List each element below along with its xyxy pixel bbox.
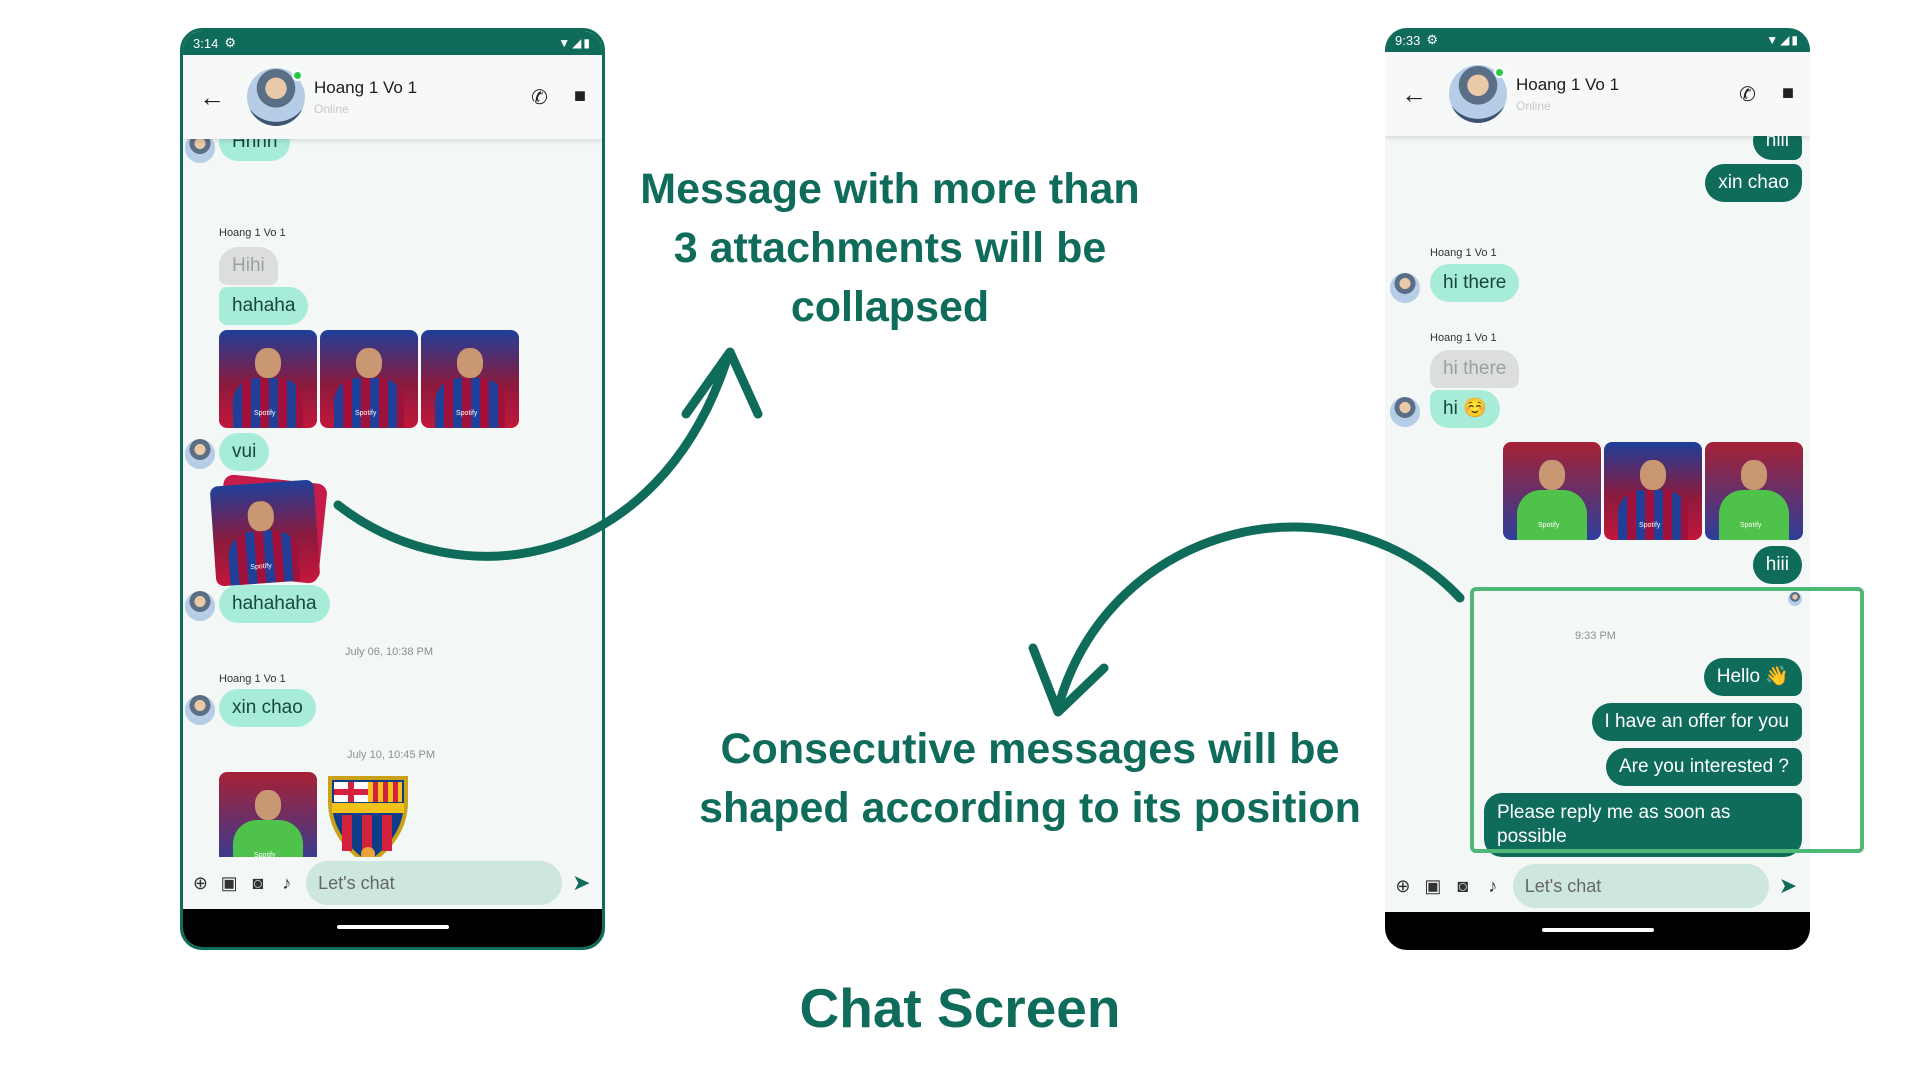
message-list[interactable]: Hnnn Hoang 1 Vo 1 Hihi hahaha Spotify Sp… (183, 139, 602, 857)
message-bubble[interactable]: Hihi (219, 247, 278, 285)
avatar[interactable] (1449, 65, 1507, 123)
caption-line: collapsed (790, 283, 990, 331)
status-time: 9:33 (1395, 32, 1421, 48)
online-indicator (292, 70, 303, 81)
add-icon[interactable]: ⊕ (191, 873, 210, 894)
arrowhead-up (681, 347, 763, 419)
collapsed-attachments-stack[interactable]: Spotify (209, 473, 329, 587)
message-bubble[interactable]: hiii (1752, 136, 1802, 160)
status-bar: 3:14 ⚙ ▼◢▮ (183, 31, 602, 55)
image-attachment[interactable]: Spotify (219, 330, 317, 428)
avatar (1390, 273, 1420, 303)
message-bubble[interactable]: xin chao (1705, 164, 1802, 202)
image-attachment[interactable]: Spotify (421, 330, 519, 428)
avatar[interactable] (247, 68, 305, 126)
message-bubble[interactable]: hi ☺️ (1430, 390, 1500, 428)
phone-call-icon[interactable]: ✆ (1739, 82, 1756, 107)
image-attachment[interactable]: Spotify (1705, 442, 1803, 540)
add-icon[interactable]: ⊕ (1393, 876, 1413, 897)
settings-icon: ⚙ (1426, 32, 1438, 47)
camera-icon[interactable]: ◙ (249, 873, 268, 894)
contact-status: Online (1516, 99, 1551, 113)
back-arrow-icon[interactable]: ← (1401, 79, 1441, 110)
sender-name: Hoang 1 Vo 1 (1430, 247, 1497, 259)
contact-status: Online (314, 102, 349, 116)
contact-name: Hoang 1 Vo 1 (314, 78, 418, 97)
gallery-icon[interactable]: ▣ (220, 873, 239, 894)
back-arrow-icon[interactable]: ← (199, 82, 239, 113)
signal-battery-icon: ▼◢▮ (1766, 33, 1800, 47)
caption-line: Message with more than (640, 165, 1140, 213)
page-title: Chat Screen (799, 977, 1121, 1039)
sender-name: Hoang 1 Vo 1 (1430, 332, 1497, 344)
avatar (185, 695, 215, 725)
gallery-icon[interactable]: ▣ (1423, 876, 1443, 897)
system-nav-bar (183, 909, 602, 947)
avatar (185, 139, 215, 163)
arrowhead-down (1028, 643, 1109, 717)
message-bubble[interactable]: vui (219, 433, 270, 471)
home-indicator[interactable] (1541, 928, 1654, 932)
caption-line: Consecutive messages will be (720, 725, 1340, 773)
image-attachment[interactable]: Spotify (1503, 442, 1601, 540)
date-separator: July 06, 10:38 PM (345, 646, 434, 658)
message-bubble[interactable]: hahahaha (219, 585, 330, 623)
message-bubble[interactable]: xin chao (219, 689, 316, 727)
message-input[interactable] (1512, 864, 1769, 908)
sender-name: Hoang 1 Vo 1 (219, 227, 286, 239)
home-indicator[interactable] (336, 925, 449, 929)
date-separator: July 10, 10:45 PM (347, 749, 436, 761)
message-bubble[interactable]: hi there (1430, 350, 1520, 388)
collapsed-attachments-caption: Message with more than 3 attachments wil… (610, 160, 1170, 337)
image-attachment[interactable]: Spotify (320, 330, 418, 428)
microphone-icon[interactable]: ♪ (1483, 876, 1503, 897)
avatar (185, 591, 215, 621)
send-icon[interactable]: ➤ (572, 870, 594, 896)
message-input-bar: ⊕ ▣ ◙ ♪ ➤ (1385, 860, 1810, 912)
consecutive-messages-caption: Consecutive messages will be shaped acco… (680, 720, 1380, 838)
avatar (185, 439, 215, 469)
video-call-icon[interactable]: ■ (1782, 82, 1794, 107)
message-bubble[interactable]: Hnnn (219, 139, 291, 161)
caption-line: 3 attachments will be (673, 224, 1107, 272)
microphone-icon[interactable]: ♪ (277, 873, 296, 894)
settings-icon: ⚙ (224, 35, 236, 50)
consecutive-messages-highlight (1470, 587, 1864, 853)
message-input[interactable] (306, 861, 563, 905)
message-bubble[interactable]: hahaha (219, 287, 309, 325)
sender-name: Hoang 1 Vo 1 (219, 673, 286, 685)
image-attachment[interactable]: Spotify (1604, 442, 1702, 540)
send-icon[interactable]: ➤ (1779, 873, 1802, 899)
caption-line: shaped according to its position (699, 784, 1361, 832)
signal-battery-icon: ▼◢▮ (558, 36, 592, 50)
status-bar: 9:33 ⚙ ▼◢▮ (1385, 28, 1810, 52)
chat-header: ← Hoang 1 Vo 1 Online ✆ ■ (183, 55, 602, 139)
message-bubble[interactable]: hi there (1430, 264, 1520, 302)
left-phone-screen: 3:14 ⚙ ▼◢▮ ← Hoang 1 Vo 1 Online ✆ ■ Hnn… (180, 28, 605, 950)
image-attachment[interactable]: Spotify (209, 479, 321, 587)
image-attachment[interactable]: Spotify (219, 772, 317, 857)
status-time: 3:14 (193, 35, 219, 51)
phone-call-icon[interactable]: ✆ (531, 85, 548, 110)
message-bubble[interactable]: hiii (1752, 546, 1802, 584)
system-nav-bar (1385, 912, 1810, 950)
message-input-bar: ⊕ ▣ ◙ ♪ ➤ (183, 857, 602, 909)
avatar (1390, 397, 1420, 427)
club-crest-image[interactable] (320, 772, 416, 857)
video-call-icon[interactable]: ■ (574, 85, 586, 110)
contact-name: Hoang 1 Vo 1 (1516, 75, 1620, 94)
online-indicator (1494, 67, 1505, 78)
chat-header: ← Hoang 1 Vo 1 Online ✆ ■ (1385, 52, 1810, 136)
camera-icon[interactable]: ◙ (1453, 876, 1473, 897)
